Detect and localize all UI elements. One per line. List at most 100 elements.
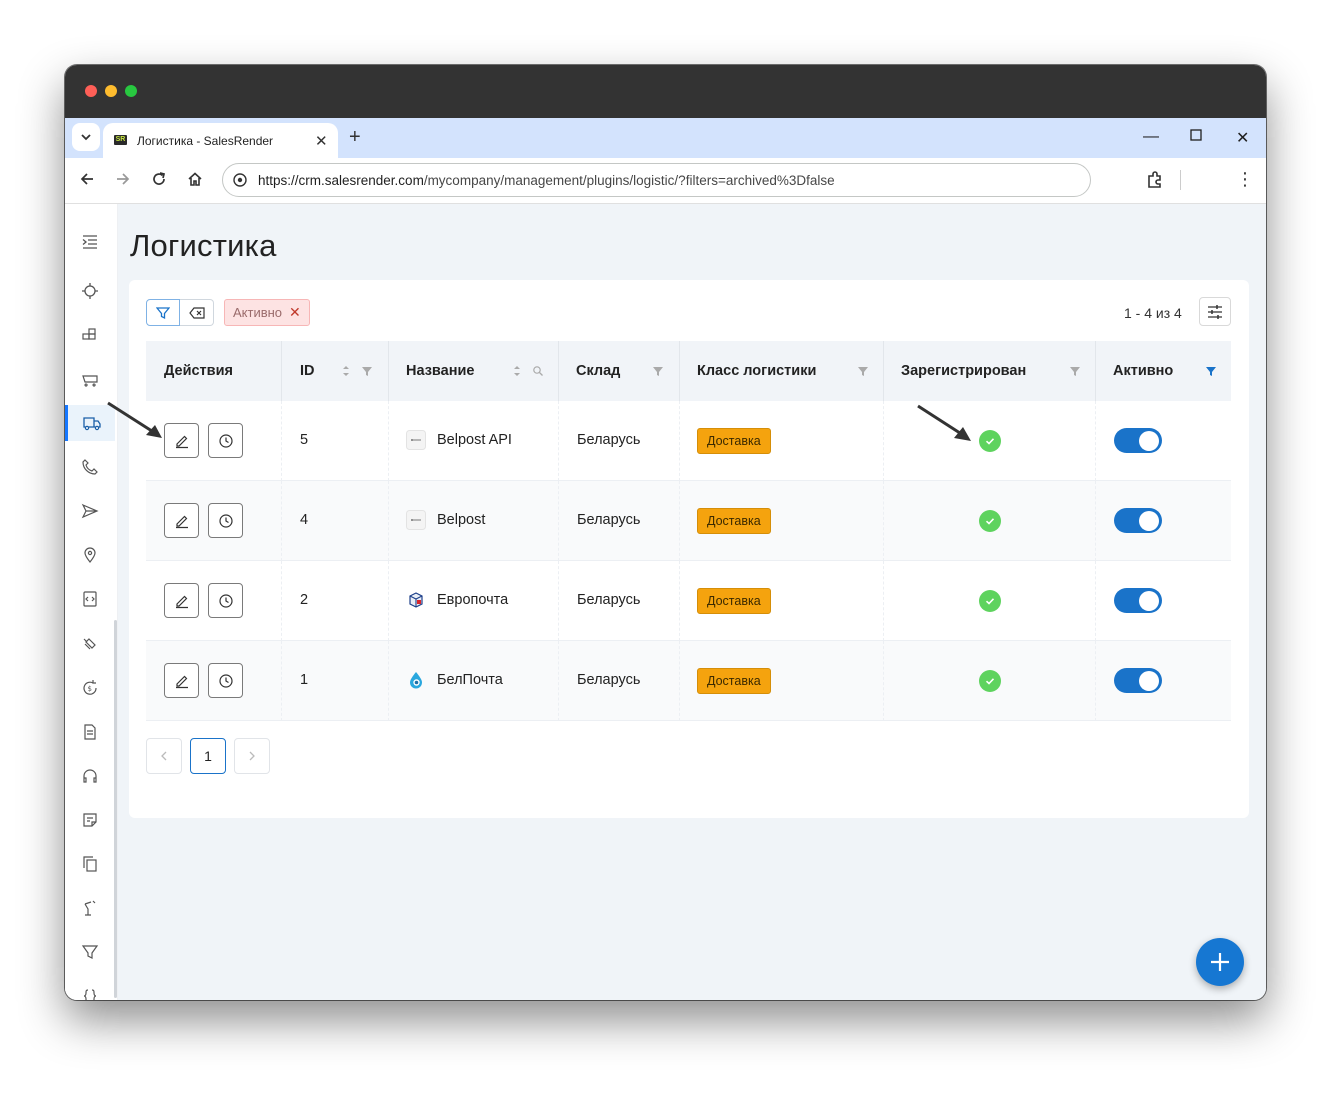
minimize-window-dot[interactable] — [105, 85, 117, 97]
active-toggle[interactable] — [1114, 428, 1162, 453]
history-button[interactable] — [208, 663, 243, 698]
sidebar-item-code[interactable] — [65, 581, 115, 617]
annotation-arrow-icon — [107, 401, 162, 438]
reload-icon[interactable] — [151, 171, 167, 190]
column-divider — [281, 641, 282, 721]
new-tab-icon[interactable]: + — [349, 127, 361, 147]
column-divider — [679, 561, 680, 641]
tab-close-icon[interactable]: ✕ — [315, 132, 328, 150]
sidebar-item-automation[interactable] — [65, 890, 115, 926]
sidebar-item-modules[interactable] — [65, 317, 115, 353]
forward-icon[interactable] — [115, 171, 131, 190]
sort-icon[interactable] — [340, 364, 352, 378]
active-toggle[interactable] — [1114, 668, 1162, 693]
records-count: 1 - 4 из 4 — [1124, 305, 1182, 321]
maximize-icon[interactable] — [1190, 128, 1202, 146]
column-filter-active-icon[interactable] — [1205, 364, 1217, 378]
history-button[interactable] — [208, 583, 243, 618]
sidebar-item-locations[interactable] — [65, 537, 115, 573]
row-name: Belpost API — [437, 432, 512, 448]
add-button[interactable] — [1196, 938, 1244, 986]
registered-check-icon — [979, 670, 1001, 692]
column-header-actions: Действия — [164, 363, 233, 379]
address-bar[interactable]: https://crm.salesrender.com/mycompany/ma… — [222, 163, 1091, 197]
tab-search-button[interactable] — [72, 123, 100, 151]
headset-icon — [83, 769, 97, 783]
active-toggle[interactable] — [1114, 588, 1162, 613]
column-settings-button[interactable] — [1199, 297, 1231, 326]
next-page-button[interactable] — [234, 738, 270, 774]
column-divider — [1095, 401, 1096, 481]
zoom-window-dot[interactable] — [125, 85, 137, 97]
remove-filter-icon[interactable]: ✕ — [289, 300, 301, 325]
search-icon[interactable] — [532, 364, 544, 378]
page-button[interactable]: 1 — [190, 738, 226, 774]
column-filter-icon[interactable] — [652, 364, 664, 378]
edit-button[interactable] — [164, 663, 199, 698]
clear-filters-button[interactable] — [180, 299, 214, 326]
sidebar-item-notes[interactable] — [65, 802, 115, 838]
history-button[interactable] — [208, 503, 243, 538]
logistics-class-badge: Доставка — [697, 668, 771, 694]
sidebar: $ — [65, 204, 118, 1000]
chevron-right-icon — [249, 751, 255, 761]
sidebar-item-integrations[interactable] — [65, 626, 115, 662]
sort-icon[interactable] — [511, 364, 523, 378]
column-header-name[interactable]: Название — [406, 341, 474, 401]
table-row: 5 Belpost API Беларусь Доставка — [146, 401, 1231, 481]
close-icon[interactable]: ✕ — [1236, 128, 1249, 148]
history-button[interactable] — [208, 423, 243, 458]
funnel-icon — [81, 945, 99, 959]
sidebar-item-sync[interactable]: $ — [65, 670, 115, 706]
column-header-logistics-class[interactable]: Класс логистики — [697, 341, 816, 401]
sidebar-item-support[interactable] — [65, 758, 115, 794]
prev-page-button[interactable] — [146, 738, 182, 774]
site-info-icon[interactable] — [233, 173, 247, 187]
active-toggle[interactable] — [1114, 508, 1162, 533]
home-icon[interactable] — [187, 171, 203, 190]
sidebar-item-dashboard[interactable] — [65, 273, 115, 309]
pencil-icon — [175, 435, 188, 448]
edit-button[interactable] — [164, 503, 199, 538]
browser-tab[interactable]: SR Логистика - SalesRender ✕ — [103, 123, 338, 158]
column-header-warehouse[interactable]: Склад — [576, 341, 620, 401]
blocks-icon — [82, 328, 96, 340]
sidebar-item-braces[interactable] — [65, 978, 115, 1000]
crosshair-icon — [82, 283, 98, 299]
column-header-id[interactable]: ID — [300, 341, 315, 401]
sidebar-item-cart[interactable] — [65, 361, 115, 397]
column-header-registered[interactable]: Зарегистрирован — [901, 341, 1026, 401]
minimize-icon[interactable]: — — [1143, 128, 1159, 146]
plug-icon — [83, 638, 96, 650]
history-icon — [218, 593, 233, 608]
column-filter-icon[interactable] — [857, 364, 869, 378]
sliders-icon — [1208, 304, 1222, 319]
title-bar — [65, 65, 1266, 118]
sidebar-item-calls[interactable] — [65, 449, 115, 485]
truck-icon — [82, 417, 101, 431]
column-divider — [558, 481, 559, 561]
close-window-dot[interactable] — [85, 85, 97, 97]
sidebar-scrollbar[interactable] — [114, 620, 117, 998]
column-divider — [883, 341, 884, 401]
column-header-active[interactable]: Активно — [1113, 341, 1173, 401]
edit-button[interactable] — [164, 583, 199, 618]
column-filter-icon[interactable] — [1069, 364, 1081, 378]
active-filter-chip[interactable]: Активно ✕ — [224, 299, 310, 326]
row-warehouse: Беларусь — [577, 512, 641, 528]
extensions-icon[interactable] — [1145, 170, 1165, 190]
column-divider — [883, 561, 884, 641]
column-filter-icon[interactable] — [361, 364, 373, 378]
back-icon[interactable] — [79, 171, 95, 190]
sidebar-item-send[interactable] — [65, 493, 115, 529]
sidebar-item-funnel[interactable] — [65, 934, 115, 970]
belpochta-logo — [410, 672, 422, 689]
column-divider — [388, 341, 389, 401]
sidebar-menu-toggle[interactable] — [65, 224, 115, 260]
sidebar-item-documents[interactable] — [65, 714, 115, 750]
sidebar-item-copies[interactable] — [65, 846, 115, 882]
chevron-left-icon — [161, 751, 167, 761]
menu-icon[interactable]: ⋮ — [1236, 169, 1254, 190]
column-divider — [1095, 481, 1096, 561]
filter-button[interactable] — [146, 299, 180, 326]
